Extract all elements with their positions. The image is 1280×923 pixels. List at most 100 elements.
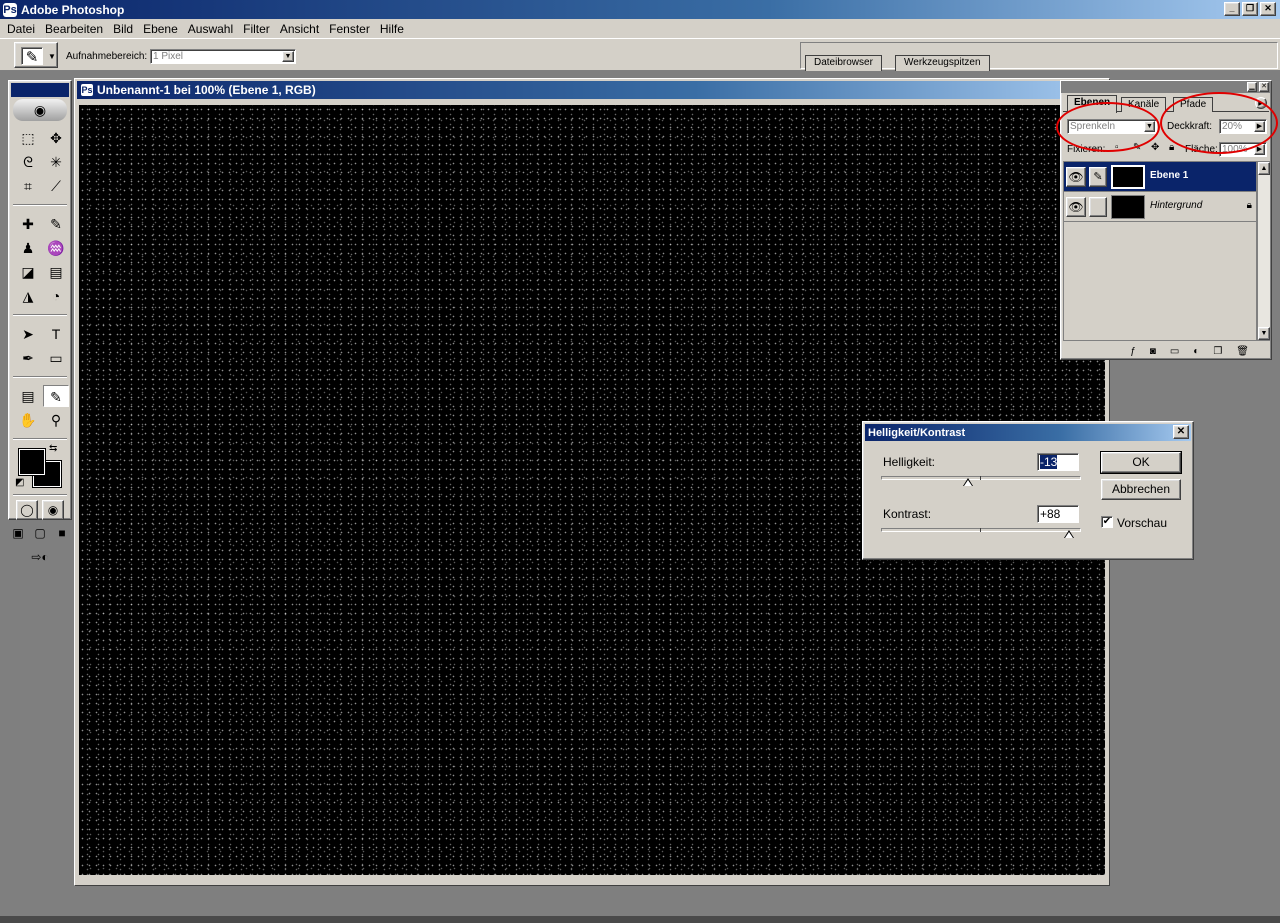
gradient-tool-icon[interactable]: ▤ (43, 261, 69, 283)
lasso-tool-icon[interactable]: ᘓ (15, 151, 41, 173)
layer-row-ebene-1[interactable]: 👁︎ ✎ Ebene 1 (1064, 162, 1256, 192)
chevron-down-icon: ▼ (282, 51, 294, 62)
notes-tool-icon[interactable]: ▤ (15, 385, 41, 407)
menu-auswahl[interactable]: Auswahl (183, 22, 238, 36)
quick-mask-mode-icon[interactable]: ◉ (42, 500, 64, 520)
tool-grid: ⬚ ✥ ᘓ ✳ ⌗ ⟋ (9, 123, 71, 201)
preview-checkbox[interactable]: ✔ (1101, 516, 1113, 528)
zoom-tool-icon[interactable]: ⚲ (43, 409, 69, 431)
taskbar-edge (0, 916, 1280, 923)
healing-brush-tool-icon[interactable]: ✚ (15, 213, 41, 235)
trash-icon[interactable]: 🗑︎ (1236, 346, 1249, 357)
lock-all-icon[interactable]: 🔒︎ (1169, 142, 1174, 153)
slice-tool-icon[interactable]: ⟋ (43, 175, 69, 197)
full-screen-menu-mode-icon[interactable]: ▢ (31, 524, 49, 544)
screen-mode-row: ▣ ▢ ■ (9, 524, 71, 544)
standard-mode-icon[interactable]: ◯ (16, 500, 38, 520)
cancel-button[interactable]: Abbrechen (1101, 479, 1181, 500)
eyedropper-icon: ✎ (21, 47, 43, 66)
menu-ebene[interactable]: Ebene (138, 22, 183, 36)
eye-icon[interactable]: 👁︎ (1066, 197, 1086, 217)
marquee-tool-icon[interactable]: ⬚ (15, 127, 41, 149)
crop-tool-icon[interactable]: ⌗ (15, 175, 41, 197)
foreground-color-swatch[interactable] (18, 448, 46, 476)
contrast-slider-thumb[interactable] (1064, 530, 1074, 538)
pen-tool-icon[interactable]: ✒ (15, 347, 41, 369)
layer-list-scrollbar[interactable]: ▲ ▼ (1257, 161, 1271, 341)
eraser-tool-icon[interactable]: ◪ (15, 261, 41, 283)
tab-werkzeugspitzen[interactable]: Werkzeugspitzen (895, 55, 990, 71)
add-mask-icon[interactable]: ◙ (1150, 346, 1156, 357)
rectangle-tool-icon[interactable]: ▭ (43, 347, 69, 369)
eye-icon[interactable]: 👁︎ (1066, 167, 1086, 187)
menu-datei[interactable]: Datei (2, 22, 40, 36)
eyedropper-tool-icon[interactable]: ✎ (43, 385, 69, 407)
link-slot[interactable] (1089, 197, 1107, 217)
brightness-input[interactable]: -13 (1037, 453, 1079, 471)
brightness-contrast-dialog: Helligkeit/Kontrast ✕ Helligkeit: -13 Ko… (862, 421, 1194, 560)
tab-dateibrowser[interactable]: Dateibrowser (805, 55, 882, 71)
adjustment-layer-icon[interactable]: ◐ (1193, 346, 1199, 357)
adobe-online-icon[interactable]: ◉ (13, 99, 67, 121)
brightness-label: Helligkeit: (883, 455, 936, 469)
sample-size-select[interactable]: 1 Pixel ▼ (150, 49, 296, 64)
menu-filter[interactable]: Filter (238, 22, 275, 36)
close-icon[interactable]: ✕ (1259, 82, 1269, 92)
swap-colors-icon[interactable]: ⇆ (49, 443, 57, 454)
layer-row-hintergrund[interactable]: 👁︎ Hintergrund 🔒︎ (1064, 192, 1256, 222)
menu-hilfe[interactable]: Hilfe (375, 22, 409, 36)
layer-thumbnail (1111, 195, 1145, 219)
lock-position-icon[interactable]: ✥ (1151, 142, 1159, 153)
minimize-icon[interactable]: ▁ (1247, 82, 1257, 92)
scroll-up-icon[interactable]: ▲ (1258, 162, 1270, 175)
options-bar: ✎ ▼ Aufnahmebereich: 1 Pixel ▼ Dateibrow… (0, 38, 1280, 71)
sample-size-label: Aufnahmebereich: (66, 51, 148, 62)
move-tool-icon[interactable]: ✥ (43, 127, 69, 149)
new-layer-icon[interactable]: ❐ (1213, 346, 1222, 357)
layer-list: 👁︎ ✎ Ebene 1 👁︎ Hintergrund 🔒︎ (1063, 161, 1257, 341)
jump-to-imageready-icon[interactable]: ⇨◐ (20, 548, 60, 568)
document-titlebar[interactable]: Ps Unbenannt-1 bei 100% (Ebene 1, RGB) (77, 81, 1107, 99)
close-icon[interactable]: ✕ (1173, 425, 1189, 439)
scroll-down-icon[interactable]: ▼ (1258, 327, 1270, 340)
ok-button[interactable]: OK (1100, 451, 1182, 474)
hand-tool-icon[interactable]: ✋ (15, 409, 41, 431)
default-colors-icon[interactable]: ◩ (15, 477, 24, 488)
restore-button[interactable]: ❐ (1242, 2, 1258, 16)
layers-palette-titlebar[interactable]: ▁ ✕ (1061, 81, 1271, 93)
history-brush-tool-icon[interactable]: ♒ (43, 237, 69, 259)
menu-ansicht[interactable]: Ansicht (275, 22, 324, 36)
brightness-slider[interactable] (881, 476, 1081, 486)
type-tool-icon[interactable]: T (43, 323, 69, 345)
contrast-input[interactable]: +88 (1037, 505, 1079, 523)
menu-bearbeiten[interactable]: Bearbeiten (40, 22, 108, 36)
layer-style-icon[interactable]: ƒ (1130, 346, 1136, 357)
brush-tool-icon[interactable]: ✎ (43, 213, 69, 235)
path-selection-tool-icon[interactable]: ➤ (15, 323, 41, 345)
layer-name: Hintergrund (1150, 200, 1203, 211)
dialog-titlebar[interactable]: Helligkeit/Kontrast ✕ (865, 424, 1191, 441)
menu-fenster[interactable]: Fenster (324, 22, 375, 36)
full-screen-mode-icon[interactable]: ■ (53, 524, 71, 544)
document-title: Unbenannt-1 bei 100% (Ebene 1, RGB) (97, 83, 316, 97)
standard-screen-mode-icon[interactable]: ▣ (9, 524, 27, 544)
tool-grid: ➤ T ✒ ▭ (9, 319, 71, 373)
menu-bild[interactable]: Bild (108, 22, 138, 36)
window-controls: _ ❐ ✕ (1224, 2, 1276, 16)
brush-icon[interactable]: ✎ (1089, 167, 1107, 187)
toolbox-divider (13, 314, 67, 316)
minimize-button[interactable]: _ (1224, 2, 1240, 16)
new-set-icon[interactable]: ▭ (1170, 346, 1179, 357)
brightness-slider-thumb[interactable] (963, 478, 973, 486)
blur-tool-icon[interactable]: ◮ (15, 285, 41, 307)
contrast-label: Kontrast: (883, 507, 932, 521)
slider-center-tick (980, 528, 981, 532)
app-titlebar[interactable]: Ps Adobe Photoshop _ ❐ ✕ (0, 0, 1280, 19)
dodge-tool-icon[interactable]: ◔ (43, 285, 69, 307)
close-button[interactable]: ✕ (1260, 2, 1276, 16)
clone-stamp-tool-icon[interactable]: ♟ (15, 237, 41, 259)
tool-preset-picker[interactable]: ✎ ▼ (14, 42, 58, 68)
toolbox-titlebar[interactable] (11, 83, 69, 97)
magic-wand-tool-icon[interactable]: ✳ (43, 151, 69, 173)
contrast-slider[interactable] (881, 528, 1081, 538)
